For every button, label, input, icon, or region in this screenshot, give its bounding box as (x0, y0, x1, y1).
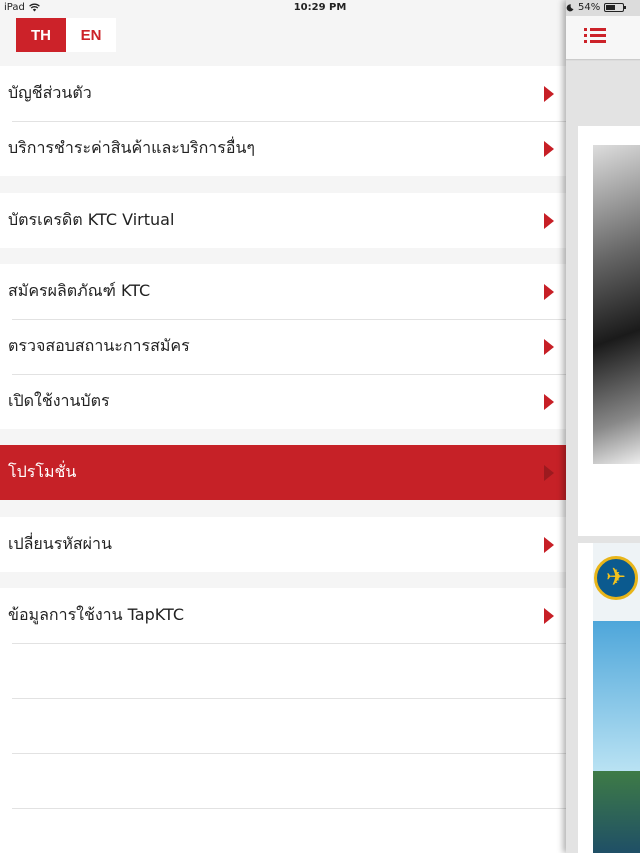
promo-image (593, 145, 640, 464)
moon-icon (566, 3, 574, 11)
menu-group-info: ข้อมูลการใช้งาน TapKTC (0, 588, 566, 643)
chevron-right-icon (544, 607, 554, 624)
menu-item-promotions[interactable]: โปรโมชั่น (0, 445, 566, 500)
language-en-button[interactable]: EN (66, 18, 116, 52)
promo-landscape (593, 771, 640, 853)
menu-item-label: เปลี่ยนรหัสผ่าน (8, 534, 112, 553)
promo-card[interactable] (578, 543, 640, 853)
promo-card[interactable] (578, 126, 640, 536)
menu-item-ktc-virtual-card[interactable]: บัตรเครดิต KTC Virtual (0, 193, 566, 248)
menu-item-tapktc-info[interactable]: ข้อมูลการใช้งาน TapKTC (0, 588, 566, 643)
chevron-right-icon (544, 536, 554, 553)
chevron-right-icon (544, 393, 554, 410)
chevron-right-icon (544, 338, 554, 355)
menu-item-apply-product[interactable]: สมัครผลิตภัณฑ์ KTC (0, 264, 566, 319)
menu-group-password: เปลี่ยนรหัสผ่าน (0, 517, 566, 572)
menu-group-promotions: โปรโมชั่น (0, 445, 566, 500)
menu-group-virtual-card: บัตรเครดิต KTC Virtual (0, 193, 566, 248)
content-header (566, 16, 640, 60)
menu-item-label: เปิดใช้งานบัตร (8, 391, 110, 410)
language-switcher: TH EN (16, 18, 116, 52)
airplane-logo-icon (594, 556, 638, 600)
promo-sky (593, 621, 640, 771)
menu-item-label: บัตรเครดิต KTC Virtual (8, 210, 175, 229)
chevron-right-icon (544, 283, 554, 300)
status-bar: iPad 10:29 PM 54% (0, 0, 640, 16)
menu-item-label: สมัครผลิตภัณฑ์ KTC (8, 281, 151, 300)
hamburger-icon[interactable] (584, 26, 606, 46)
divider (12, 698, 566, 699)
status-time: 10:29 PM (293, 2, 347, 13)
chevron-right-icon (544, 140, 554, 157)
menu-item-bill-payment[interactable]: บริการชำระค่าสินค้าและบริการอื่นๆ (0, 121, 566, 176)
menu-item-personal-account[interactable]: บัญชีส่วนตัว (0, 66, 566, 121)
menu-item-change-password[interactable]: เปลี่ยนรหัสผ่าน (0, 517, 566, 572)
divider (12, 808, 566, 809)
chevron-right-icon (544, 212, 554, 229)
chevron-right-icon (544, 464, 554, 481)
promo-image (593, 543, 640, 853)
language-th-button[interactable]: TH (16, 18, 66, 52)
battery-percent: 54% (578, 2, 601, 13)
promotions-feed (566, 61, 640, 853)
menu-item-check-application-status[interactable]: ตรวจสอบสถานะการสมัคร (0, 319, 566, 374)
menu-item-label: ข้อมูลการใช้งาน TapKTC (8, 605, 184, 624)
menu-item-label: ตรวจสอบสถานะการสมัคร (8, 336, 190, 355)
menu-item-activate-card[interactable]: เปิดใช้งานบัตร (0, 374, 566, 429)
menu-item-label: โปรโมชั่น (8, 462, 77, 481)
battery-icon (604, 3, 627, 12)
menu-group-account: บัญชีส่วนตัว บริการชำระค่าสินค้าและบริกา… (0, 66, 566, 176)
divider (12, 753, 566, 754)
chevron-right-icon (544, 85, 554, 102)
status-right: 54% (566, 2, 627, 13)
menu-group-products: สมัครผลิตภัณฑ์ KTC ตรวจสอบสถานะการสมัคร … (0, 264, 566, 429)
empty-list-area (0, 643, 566, 853)
menu-item-label: บริการชำระค่าสินค้าและบริการอื่นๆ (8, 138, 255, 157)
menu-item-label: บัญชีส่วนตัว (8, 83, 92, 102)
side-menu-panel: TH EN บัญชีส่วนตัว บริการชำระค่าสินค้าแล… (0, 0, 566, 853)
content-panel (566, 0, 640, 853)
divider (12, 643, 566, 644)
